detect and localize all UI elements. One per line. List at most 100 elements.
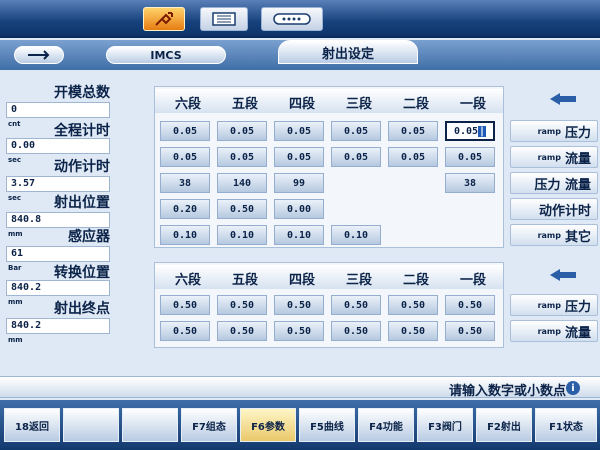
row-label-other-ramp-main: 其它	[564, 229, 591, 245]
hint-text: 请输入数字或小数点	[448, 384, 566, 399]
hold-stage-5-flow-ramp-input[interactable]: 0.50	[217, 321, 267, 341]
back-button[interactable]	[14, 46, 64, 64]
row-label-flow-ramp-sub: ramp	[537, 152, 561, 162]
table-header: 一段 二段 三段 四段 五段 六段	[155, 89, 503, 113]
shot-count-label: 开模总数	[54, 85, 110, 101]
stage-6-pressure-ramp-input[interactable]: 0.05	[160, 121, 210, 141]
hold-stage-1-pressure-ramp-input[interactable]: 0.50	[445, 295, 495, 315]
switch-position-label: 转换位置	[54, 265, 110, 281]
shot-count-value: 0	[11, 104, 18, 115]
screen-button[interactable]	[200, 7, 248, 31]
injection-position-label: 射出位置	[54, 195, 110, 211]
injection-position-value: 840.8	[11, 214, 42, 225]
row-label-flow-ramp: ramp 流量	[510, 146, 598, 168]
f5-curve-key[interactable]: F5曲线	[299, 408, 355, 442]
stage-1-flow-ramp-input[interactable]: 0.05	[445, 147, 495, 167]
sensor-value: 61	[11, 248, 24, 259]
hold-stage-1-flow-ramp-input[interactable]: 0.50	[445, 321, 495, 341]
row-label-pressure-ramp: ramp 压力	[510, 120, 598, 142]
row-label-action-time-main: 动作计时	[538, 203, 591, 219]
injection-position-unit: mm	[8, 230, 23, 238]
hold-stage-2-flow-ramp-input[interactable]: 0.50	[388, 321, 438, 341]
action-time-unit: sec	[8, 194, 22, 202]
header-stage-4: 四段	[288, 273, 315, 288]
stage-1-pressure-ramp-input[interactable]: 0.05 |	[445, 121, 495, 141]
keyboard-icon	[273, 13, 311, 25]
f2-injection-key[interactable]: F2射出	[476, 408, 532, 442]
hint-bar: 请输入数字或小数点 i	[0, 376, 600, 399]
keyboard-button[interactable]	[261, 7, 323, 31]
stage-4-flow-ramp-input[interactable]: 0.05	[274, 147, 324, 167]
stage-3-pressure-flow-input[interactable]: 99	[274, 173, 324, 193]
injection-end-label: 射出终点	[54, 301, 110, 317]
header-stage-3: 三段	[345, 97, 372, 112]
stage-4-pressure-ramp-input[interactable]: 0.05	[274, 121, 324, 141]
row-label-action-time: 动作计时	[510, 198, 598, 220]
shot-count-field: 0	[6, 102, 110, 118]
hold-stage-4-flow-ramp-input[interactable]: 0.50	[274, 321, 324, 341]
f1-status-key[interactable]: F1状态	[535, 408, 597, 442]
stage-6-action-time-input[interactable]: 0.20	[160, 199, 210, 219]
f4-function-key[interactable]: F4功能	[358, 408, 414, 442]
stage-5-action-time-input[interactable]: 0.50	[217, 199, 267, 219]
stage-6-other-ramp-input[interactable]: 0.10	[160, 225, 210, 245]
f7-config-key[interactable]: F7组态	[181, 408, 237, 442]
sensor-unit: Bar	[8, 264, 22, 272]
blank-key-2[interactable]	[122, 408, 178, 442]
stage-4-pressure-flow-input[interactable]: 140	[217, 173, 267, 193]
hold-stage-3-pressure-ramp-input[interactable]: 0.50	[331, 295, 381, 315]
f6-parameters-key[interactable]: F6参数	[240, 408, 296, 442]
header-stage-5: 五段	[231, 273, 258, 288]
stage-3-other-ramp-input[interactable]: 0.10	[331, 225, 381, 245]
injection-end-value: 840.2	[11, 320, 42, 331]
function-key-bar: 18返回 F7组态 F6参数 F5曲线 F4功能 F3阀门 F2射出 F1状态	[0, 400, 600, 450]
power-plug-icon	[155, 12, 173, 26]
hold-stage-4-pressure-ramp-input[interactable]: 0.50	[274, 295, 324, 315]
hold-stage-6-pressure-ramp-input[interactable]: 0.50	[160, 295, 210, 315]
header-stage-2: 二段	[402, 273, 429, 288]
stage-2-pressure-ramp-input[interactable]: 0.05	[388, 121, 438, 141]
hold-row-label-flow-ramp-sub: ramp	[537, 326, 561, 336]
hold-stage-2-pressure-ramp-input[interactable]: 0.50	[388, 295, 438, 315]
hand-pointer-icon	[28, 50, 50, 60]
screen-icon	[212, 12, 236, 26]
text-cursor: |	[478, 125, 487, 137]
row-label-other-ramp-sub: ramp	[537, 230, 561, 240]
stage-1-pressure-ramp-value: 0.05	[453, 125, 479, 137]
header-stage-5: 五段	[231, 97, 258, 112]
blank-key-1[interactable]	[63, 408, 119, 442]
return-key[interactable]: 18返回	[4, 408, 60, 442]
header-stage-6: 六段	[174, 97, 201, 112]
hold-stage-3-flow-ramp-input[interactable]: 0.50	[331, 321, 381, 341]
sensor-field: 61	[6, 246, 110, 262]
row-label-pressure-flow-main: 压力 流量	[534, 177, 591, 193]
row-label-other-ramp: ramp 其它	[510, 224, 598, 246]
stage-6-flow-ramp-input[interactable]: 0.05	[160, 147, 210, 167]
hold-stage-6-flow-ramp-input[interactable]: 0.50	[160, 321, 210, 341]
hold-stage-5-pressure-ramp-input[interactable]: 0.50	[217, 295, 267, 315]
row-label-pressure-flow: 压力 流量	[510, 172, 598, 194]
injection-end-field: 840.2	[6, 318, 110, 334]
stage-2-flow-ramp-input[interactable]: 0.05	[388, 147, 438, 167]
stage-3-flow-ramp-input[interactable]: 0.05	[331, 147, 381, 167]
injection-stage-table: 一段 二段 三段 四段 五段 六段 0.05 | 0.05 0.05 0.05 0…	[154, 86, 504, 248]
shot-count-unit: cnt	[8, 120, 21, 128]
stage-5-other-ramp-input[interactable]: 0.10	[217, 225, 267, 245]
info-icon: i	[566, 381, 580, 395]
stage-6-pressure-flow-input[interactable]: 38	[445, 173, 495, 193]
power-plug-button[interactable]	[143, 7, 185, 31]
top-bar	[0, 0, 600, 38]
stage-5-pressure-ramp-input[interactable]: 0.05	[217, 121, 267, 141]
double-arrow-icon	[550, 93, 576, 105]
hold-row-label-pressure-ramp: ramp 压力	[510, 294, 598, 316]
action-time-label: 动作计时	[54, 159, 110, 175]
header-stage-4: 四段	[288, 97, 315, 112]
stage-5-flow-ramp-input[interactable]: 0.05	[217, 147, 267, 167]
hold-row-label-pressure-ramp-sub: ramp	[537, 300, 561, 310]
stage-4-action-time-input[interactable]: 0.00	[274, 199, 324, 219]
stage-4-other-ramp-input[interactable]: 0.10	[274, 225, 324, 245]
f3-valve-key[interactable]: F3阀门	[417, 408, 473, 442]
stage-3-pressure-ramp-input[interactable]: 0.05	[331, 121, 381, 141]
header-stage-6: 六段	[174, 273, 201, 288]
stage-5-pressure-flow-input[interactable]: 38	[160, 173, 210, 193]
